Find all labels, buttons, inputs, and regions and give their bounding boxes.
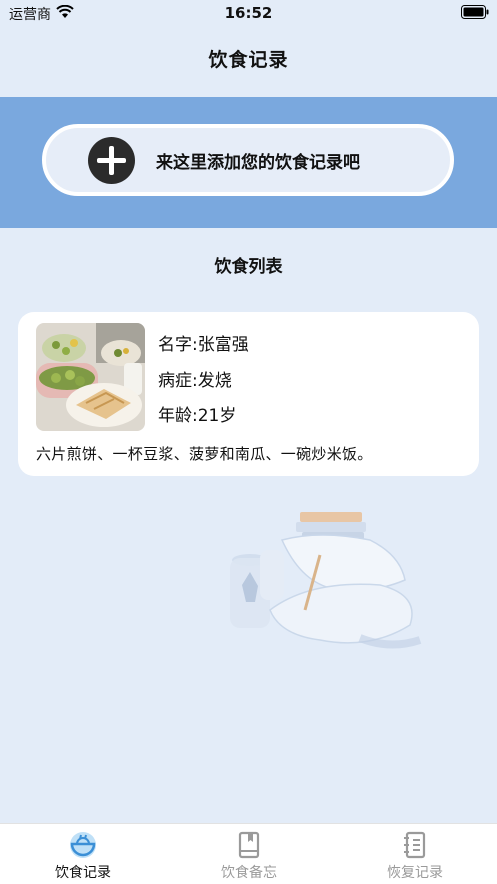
tab-recovery-records[interactable]: 恢复记录 [332, 824, 497, 884]
record-age: 年龄:21岁 [158, 406, 237, 426]
plus-icon [88, 137, 135, 184]
notes-icon [404, 831, 426, 859]
add-record-label: 来这里添加您的饮食记录吧 [156, 153, 360, 173]
status-bar: 运营商 16:52 [0, 0, 497, 26]
empty-state-illustration [230, 512, 422, 649]
tab-bar: 饮食记录 饮食备忘 恢复记录 [0, 823, 497, 884]
record-description: 六片煎饼、一杯豆浆、菠萝和南瓜、一碗炒米饭。 [36, 445, 373, 463]
add-entry-banner: 来这里添加您的饮食记录吧 [0, 97, 497, 228]
tab-label: 饮食记录 [55, 865, 111, 881]
add-record-button[interactable]: 来这里添加您的饮食记录吧 [42, 124, 454, 196]
record-symptom: 病症:发烧 [158, 371, 232, 391]
list-title: 饮食列表 [214, 257, 283, 277]
bowl-icon [70, 832, 96, 858]
book-icon [238, 831, 260, 859]
page-title: 饮食记录 [208, 49, 289, 71]
record-card[interactable]: 名字:张富强 病症:发烧 年龄:21岁 六片煎饼、一杯豆浆、菠萝和南瓜、一碗炒米… [18, 312, 479, 476]
record-name: 名字:张富强 [158, 335, 249, 355]
tab-label: 饮食备忘 [221, 865, 277, 881]
tab-diet-memo[interactable]: 饮食备忘 [166, 824, 332, 884]
tab-diet-records[interactable]: 饮食记录 [0, 824, 166, 884]
food-photo [36, 323, 145, 431]
tab-label: 恢复记录 [387, 865, 443, 881]
status-time: 16:52 [224, 4, 273, 22]
battery-icon [461, 5, 489, 19]
